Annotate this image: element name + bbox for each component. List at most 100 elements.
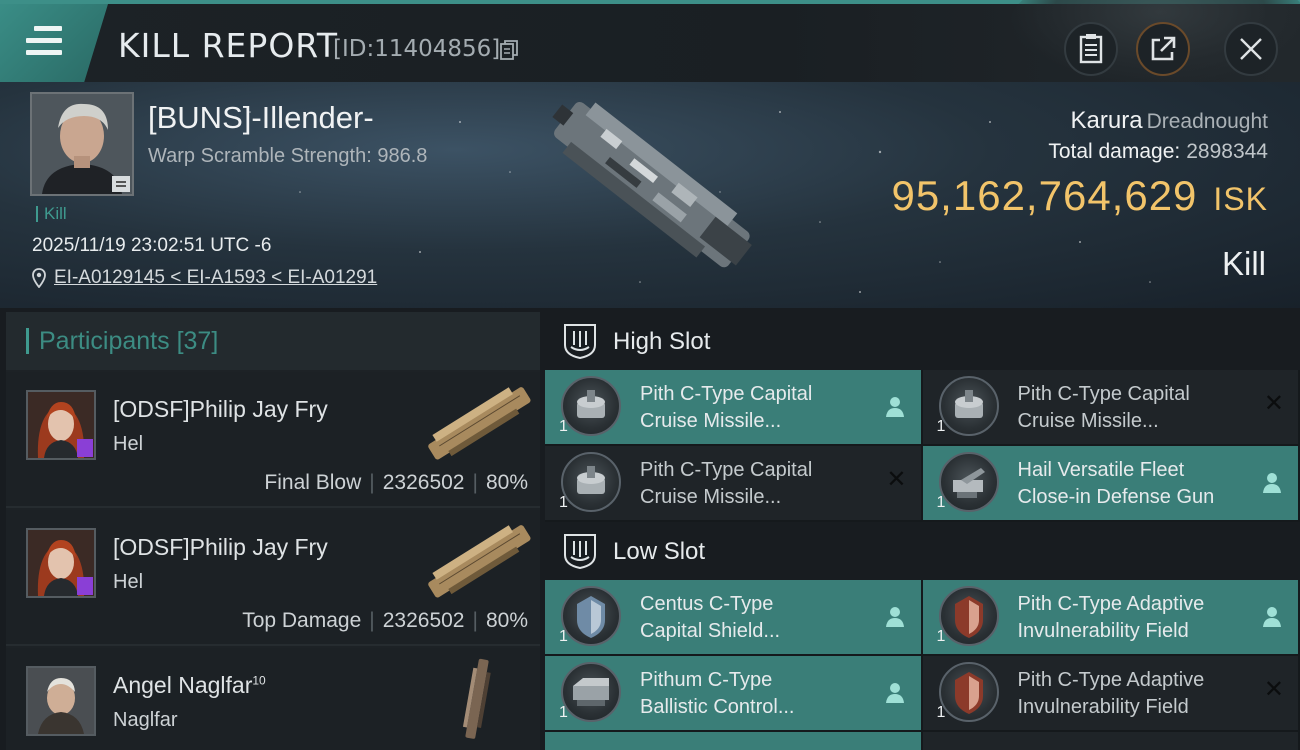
total-damage: Total damage: 2898344 — [1048, 140, 1268, 164]
participant-role: Final Blow — [264, 471, 362, 494]
participant-ship-image — [428, 387, 531, 460]
participants-header[interactable]: Participants [37] — [6, 312, 540, 370]
destroyed-x-icon: ✕ — [1263, 676, 1284, 703]
victim-name[interactable]: [BUNS]-Illender- — [148, 100, 374, 136]
top-bar: KILL REPORT [ID:11404856] — [0, 0, 1300, 84]
participant-name[interactable]: Angel Naglfar10 — [113, 672, 266, 699]
person-icon — [885, 397, 904, 417]
module-card[interactable]: 1 Pith C-Type Capital Cruise Missile... ✕ — [922, 370, 1298, 444]
person-icon — [885, 683, 904, 703]
participants-count: [37] — [176, 326, 219, 355]
total-damage-label: Total damage: — [1048, 140, 1181, 163]
participant-row[interactable]: [ODSF]Philip Jay Fry Hel Top Damage | 2326… — [6, 510, 540, 646]
participant-avatar[interactable] — [26, 528, 96, 598]
participant-ship-image — [462, 658, 491, 739]
clipboard-button[interactable] — [1064, 22, 1118, 76]
close-icon — [1240, 38, 1262, 60]
participant-damage: 2326502 — [382, 471, 465, 494]
slot-shield-icon — [564, 324, 596, 359]
participant-stats: Top Damage | 2326502 | 80% — [242, 609, 528, 632]
report-id: [ID:11404856] — [333, 36, 501, 62]
location-pin-icon — [32, 268, 46, 288]
module-quantity: 1 — [936, 418, 946, 435]
module-quantity: 1 — [559, 628, 568, 645]
kill-report-screen: { "topbar": { "title": "KILL REPORT", "r… — [0, 0, 1300, 750]
participants-panel: Participants [37] [ODSF]Philip Jay Fry H… — [6, 312, 540, 750]
close-button[interactable] — [1224, 22, 1278, 76]
participant-stats: Final Blow | 2326502 | 80% — [264, 471, 528, 494]
share-button[interactable] — [1136, 22, 1190, 76]
clipboard-icon — [1079, 34, 1103, 64]
participant-row[interactable]: Angel Naglfar10 Naglfar — [6, 648, 540, 750]
destroyed-x-icon: ✕ — [886, 466, 907, 493]
module-name: Pith C-Type Capital Cruise Missile... — [640, 383, 813, 432]
module-name: Pith C-Type Capital Cruise Missile... — [1017, 383, 1190, 432]
module-name: Centus C-Type Capital Shield... — [640, 593, 781, 642]
person-icon — [1263, 473, 1281, 493]
victim-ship-image — [552, 101, 752, 268]
module-name: Pith C-Type Adaptive Invulnerability Fiel… — [1017, 593, 1205, 642]
fitting-panel: High Slot 1 Pith C-Type Capital Cruise Mi… — [545, 312, 1300, 750]
module-card-partial[interactable] — [922, 732, 1298, 750]
participant-row[interactable]: [ODSF]Philip Jay Fry Hel Final Blow | 2326… — [6, 372, 540, 508]
person-icon — [885, 607, 904, 627]
warp-scramble-text: Warp Scramble Strength: 986.8 — [148, 145, 428, 167]
module-card[interactable]: 1 Pith C-Type Capital Cruise Missile... — [545, 370, 921, 444]
participant-level: 10 — [252, 673, 266, 688]
participant-ship: Hel — [113, 571, 144, 593]
low-slot-label: Low Slot — [613, 538, 706, 565]
avatar — [28, 668, 94, 734]
module-card[interactable]: 1 Centus C-Type Capital Shield... — [545, 580, 921, 654]
menu-button[interactable] — [0, 4, 108, 82]
participant-avatar[interactable] — [26, 666, 96, 736]
participant-name[interactable]: [ODSF]Philip Jay Fry — [113, 534, 328, 561]
module-quantity: 1 — [559, 418, 568, 435]
module-name: Pithum C-Type Ballistic Control... — [640, 669, 795, 718]
kill-status-tag: Kill — [36, 205, 67, 222]
participant-name[interactable]: [ODSF]Philip Jay Fry — [113, 396, 328, 423]
participant-role: Top Damage — [242, 609, 362, 632]
module-card[interactable]: 1 Hail Versatile Fleet Close-in Defense G… — [922, 446, 1298, 520]
participant-ship: Naglfar — [113, 709, 178, 731]
kill-location[interactable]: EI-A0129145 < EI-A1593 < EI-A01291 — [32, 267, 377, 289]
module-quantity: 1 — [936, 628, 946, 645]
isk-value: 95,162,764,629 — [891, 172, 1198, 219]
module-row-partial — [545, 732, 1300, 750]
participant-badge-icon — [77, 439, 93, 457]
low-slot-header: Low Slot — [545, 522, 1300, 580]
participant-percent: 80% — [485, 609, 528, 632]
kill-header: [BUNS]-Illender- Warp Scramble Strength:… — [0, 82, 1300, 308]
participant-ship-image — [428, 525, 531, 598]
victim-portrait[interactable] — [30, 92, 134, 196]
share-icon — [1151, 36, 1176, 61]
module-card[interactable]: 1 Pith C-Type Capital Cruise Missile... ✕ — [545, 446, 921, 520]
shield-module-icon — [561, 586, 621, 646]
destroyed-x-icon: ✕ — [1263, 390, 1284, 417]
isk-value-line: 95,162,764,629 ISK — [891, 172, 1268, 220]
invulnerability-field-icon — [938, 586, 999, 646]
ship-name[interactable]: Karura — [1071, 107, 1143, 134]
participant-percent: 80% — [485, 471, 528, 494]
menu-icon — [26, 26, 62, 62]
copy-icon[interactable] — [500, 40, 518, 60]
menu-badge-icon — [112, 176, 130, 192]
invulnerability-field-icon — [938, 662, 999, 722]
high-slot-label: High Slot — [613, 328, 711, 355]
ballistic-control-icon — [561, 662, 621, 722]
slot-shield-icon — [564, 534, 596, 569]
ship-name-line: Karura Dreadnought — [1071, 107, 1268, 135]
location-link[interactable]: EI-A0129145 < EI-A1593 < EI-A01291 — [54, 267, 377, 289]
module-card-partial[interactable] — [545, 732, 921, 750]
participant-damage: 2326502 — [382, 609, 465, 632]
total-damage-value: 2898344 — [1186, 140, 1268, 163]
ship-class: Dreadnought — [1146, 110, 1268, 133]
participant-avatar[interactable] — [26, 390, 96, 460]
module-card[interactable]: 1 Pith C-Type Adaptive Invulnerability Fi… — [922, 656, 1298, 730]
module-card[interactable]: 1 Pithum C-Type Ballistic Control... — [545, 656, 921, 730]
module-quantity: 1 — [559, 704, 568, 721]
result-label: Kill — [1221, 245, 1266, 282]
missile-launcher-icon — [561, 376, 621, 436]
page-title: KILL REPORT — [118, 26, 338, 65]
module-card[interactable]: 1 Pith C-Type Adaptive Invulnerability Fi… — [922, 580, 1298, 654]
module-quantity: 1 — [936, 494, 946, 511]
